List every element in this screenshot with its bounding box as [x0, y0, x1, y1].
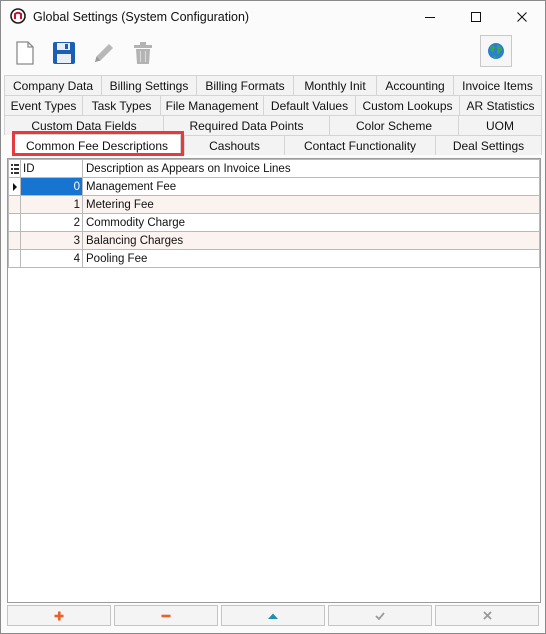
grid-menu-corner[interactable]	[8, 159, 21, 178]
tab-row-3: Custom Data Fields Required Data Points …	[4, 115, 542, 135]
tab-cashouts[interactable]: Cashouts	[184, 135, 285, 155]
tab-required-data-points[interactable]: Required Data Points	[163, 115, 330, 135]
table-row[interactable]: 2 Commodity Charge	[8, 213, 540, 232]
new-file-icon	[16, 41, 34, 65]
add-row-button[interactable]	[7, 605, 111, 626]
tab-billing-formats[interactable]: Billing Formats	[196, 75, 294, 95]
description-cell[interactable]: Balancing Charges	[82, 231, 540, 250]
save-icon	[53, 42, 75, 64]
tab-deal-settings[interactable]: Deal Settings	[435, 135, 542, 155]
tab-accounting[interactable]: Accounting	[376, 75, 454, 95]
grid-menu-icon	[10, 163, 19, 174]
row-indicator[interactable]	[8, 195, 21, 214]
close-button[interactable]	[499, 1, 544, 33]
fee-descriptions-grid: ID Description as Appears on Invoice Lin…	[7, 158, 541, 603]
tab-task-types[interactable]: Task Types	[82, 95, 161, 115]
minimize-icon	[424, 17, 435, 18]
table-row[interactable]: 0 Management Fee	[8, 177, 540, 196]
toolbar	[1, 33, 545, 73]
id-cell[interactable]: 1	[20, 195, 83, 214]
id-cell[interactable]: 0	[20, 177, 83, 196]
table-row[interactable]: 4 Pooling Fee	[8, 249, 540, 268]
description-cell[interactable]: Pooling Fee	[82, 249, 540, 268]
tab-uom[interactable]: UOM	[458, 115, 542, 135]
tab-row-4: Common Fee Descriptions Cashouts Contact…	[4, 134, 542, 156]
table-row[interactable]: 3 Balancing Charges	[8, 231, 540, 250]
window-title: Global Settings (System Configuration)	[33, 10, 250, 24]
delete-button[interactable]	[128, 37, 158, 69]
edit-button[interactable]	[89, 37, 119, 69]
minimize-button[interactable]	[407, 1, 452, 33]
table-header-row: ID Description as Appears on Invoice Lin…	[8, 159, 540, 178]
tab-company-data[interactable]: Company Data	[4, 75, 102, 95]
settings-window: Global Settings (System Configuration) C…	[0, 0, 546, 634]
remove-icon	[161, 614, 171, 617]
tab-row-1: Company Data Billing Settings Billing Fo…	[4, 75, 542, 95]
delete-trash-icon	[134, 42, 152, 64]
tab-color-scheme[interactable]: Color Scheme	[329, 115, 459, 135]
id-cell[interactable]: 4	[20, 249, 83, 268]
tab-billing-settings[interactable]: Billing Settings	[101, 75, 197, 95]
app-logo-icon	[10, 8, 26, 24]
row-indicator[interactable]	[8, 213, 21, 232]
new-button[interactable]	[10, 37, 40, 69]
tab-custom-lookups[interactable]: Custom Lookups	[355, 95, 460, 115]
tab-file-management[interactable]: File Management	[160, 95, 264, 115]
description-cell[interactable]: Commodity Charge	[82, 213, 540, 232]
move-up-icon	[268, 613, 278, 619]
tab-common-fee-descriptions[interactable]: Common Fee Descriptions	[13, 134, 181, 156]
description-cell[interactable]: Metering Fee	[82, 195, 540, 214]
tab-custom-data-fields[interactable]: Custom Data Fields	[4, 115, 164, 135]
row-indicator[interactable]	[8, 177, 21, 196]
column-header-id[interactable]: ID	[20, 159, 83, 178]
tab-ar-statistics[interactable]: AR Statistics	[459, 95, 542, 115]
move-up-button[interactable]	[221, 605, 325, 626]
globe-icon	[488, 43, 504, 59]
cancel-x-icon	[482, 611, 492, 620]
tab-default-values[interactable]: Default Values	[263, 95, 356, 115]
cancel-button[interactable]	[435, 605, 539, 626]
edit-pencil-icon	[95, 44, 113, 62]
current-row-arrow-icon	[12, 182, 17, 191]
id-cell[interactable]: 3	[20, 231, 83, 250]
confirm-button[interactable]	[328, 605, 432, 626]
description-cell[interactable]: Management Fee	[82, 177, 540, 196]
tab-row-2: Event Types Task Types File Management D…	[4, 95, 542, 115]
maximize-button[interactable]	[453, 1, 498, 33]
close-icon	[516, 12, 527, 22]
tab-contact-functionality[interactable]: Contact Functionality	[284, 135, 436, 155]
tab-monthly-init[interactable]: Monthly Init	[293, 75, 377, 95]
add-icon	[54, 611, 64, 620]
row-indicator[interactable]	[8, 249, 21, 268]
remove-row-button[interactable]	[114, 605, 218, 626]
maximize-icon	[470, 12, 481, 22]
tab-event-types[interactable]: Event Types	[4, 95, 83, 115]
navigator-bar	[7, 605, 541, 627]
column-header-description[interactable]: Description as Appears on Invoice Lines	[82, 159, 540, 178]
title-bar: Global Settings (System Configuration)	[1, 1, 545, 33]
globe-button[interactable]	[480, 35, 512, 67]
confirm-check-icon	[375, 611, 385, 620]
tab-invoice-items[interactable]: Invoice Items	[453, 75, 542, 95]
fee-table: ID Description as Appears on Invoice Lin…	[8, 159, 540, 268]
table-row[interactable]: 1 Metering Fee	[8, 195, 540, 214]
row-indicator[interactable]	[8, 231, 21, 250]
id-cell[interactable]: 2	[20, 213, 83, 232]
save-button[interactable]	[49, 37, 79, 69]
